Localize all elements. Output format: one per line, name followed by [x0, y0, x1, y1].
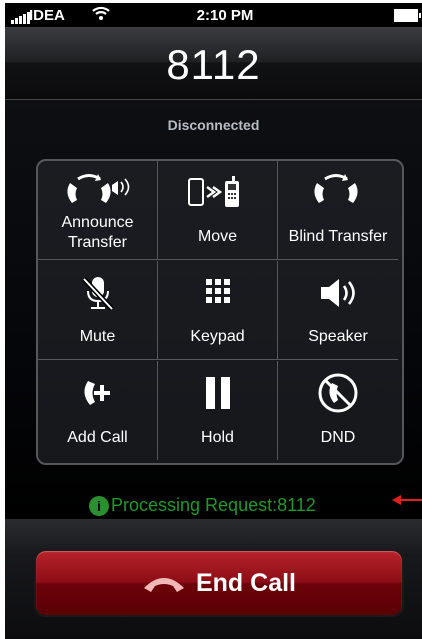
announce-transfer-icon [38, 169, 157, 213]
clock: 2:10 PM [196, 7, 254, 24]
blind-transfer-button[interactable]: Blind Transfer [278, 161, 398, 260]
status-bar: IDEA 2:10 PM [5, 3, 422, 27]
action-label: DND [320, 429, 356, 446]
info-icon: i [89, 495, 109, 516]
speaker-icon [278, 271, 398, 315]
action-label: Hold [201, 429, 234, 446]
action-label: Keypad [190, 328, 245, 345]
mute-icon [38, 271, 157, 315]
move-button[interactable]: Move [158, 161, 278, 260]
hang-up-icon [143, 578, 184, 592]
bottom-bar: End Call [5, 519, 422, 639]
mute-button[interactable]: Mute [38, 261, 158, 360]
phone-screen: IDEA 2:10 PM 8112 Disconnected Announce … [5, 3, 422, 639]
add-call-button[interactable]: Add Call [38, 361, 158, 460]
keypad-icon [158, 271, 277, 315]
processing-status: i Processing Request:8112 [89, 495, 316, 516]
action-label: Add Call [67, 429, 128, 446]
keypad-button[interactable]: Keypad [158, 261, 278, 360]
blind-transfer-icon [278, 169, 398, 213]
hold-icon [158, 371, 277, 415]
announce-transfer-button[interactable]: Announce Transfer [38, 161, 158, 260]
dnd-button[interactable]: DND [278, 361, 398, 460]
action-label: Move [197, 228, 238, 245]
hold-button[interactable]: Hold [158, 361, 278, 460]
call-actions-grid: Announce Transfer Move Blind Transfer Mu… [36, 159, 404, 465]
speaker-button[interactable]: Speaker [278, 261, 398, 360]
end-call-button[interactable]: End Call [34, 549, 404, 617]
signal-strength-icon [11, 7, 31, 24]
annotation-arrow-icon [392, 495, 422, 505]
end-call-label: End Call [195, 568, 296, 597]
call-header: 8112 [5, 27, 422, 100]
call-status: Disconnected [167, 117, 260, 133]
add-call-icon [38, 371, 157, 415]
call-number: 8112 [166, 41, 261, 88]
processing-text: Processing Request:8112 [111, 495, 316, 515]
carrier-name: IDEA [29, 7, 65, 24]
move-icon [158, 171, 277, 215]
action-label: Announce Transfer [61, 214, 134, 251]
action-label: Blind Transfer [288, 228, 388, 245]
action-label: Mute [79, 328, 116, 345]
dnd-icon [278, 371, 398, 415]
wifi-icon [92, 6, 110, 20]
action-label: Speaker [308, 328, 368, 345]
battery-icon [394, 9, 421, 22]
